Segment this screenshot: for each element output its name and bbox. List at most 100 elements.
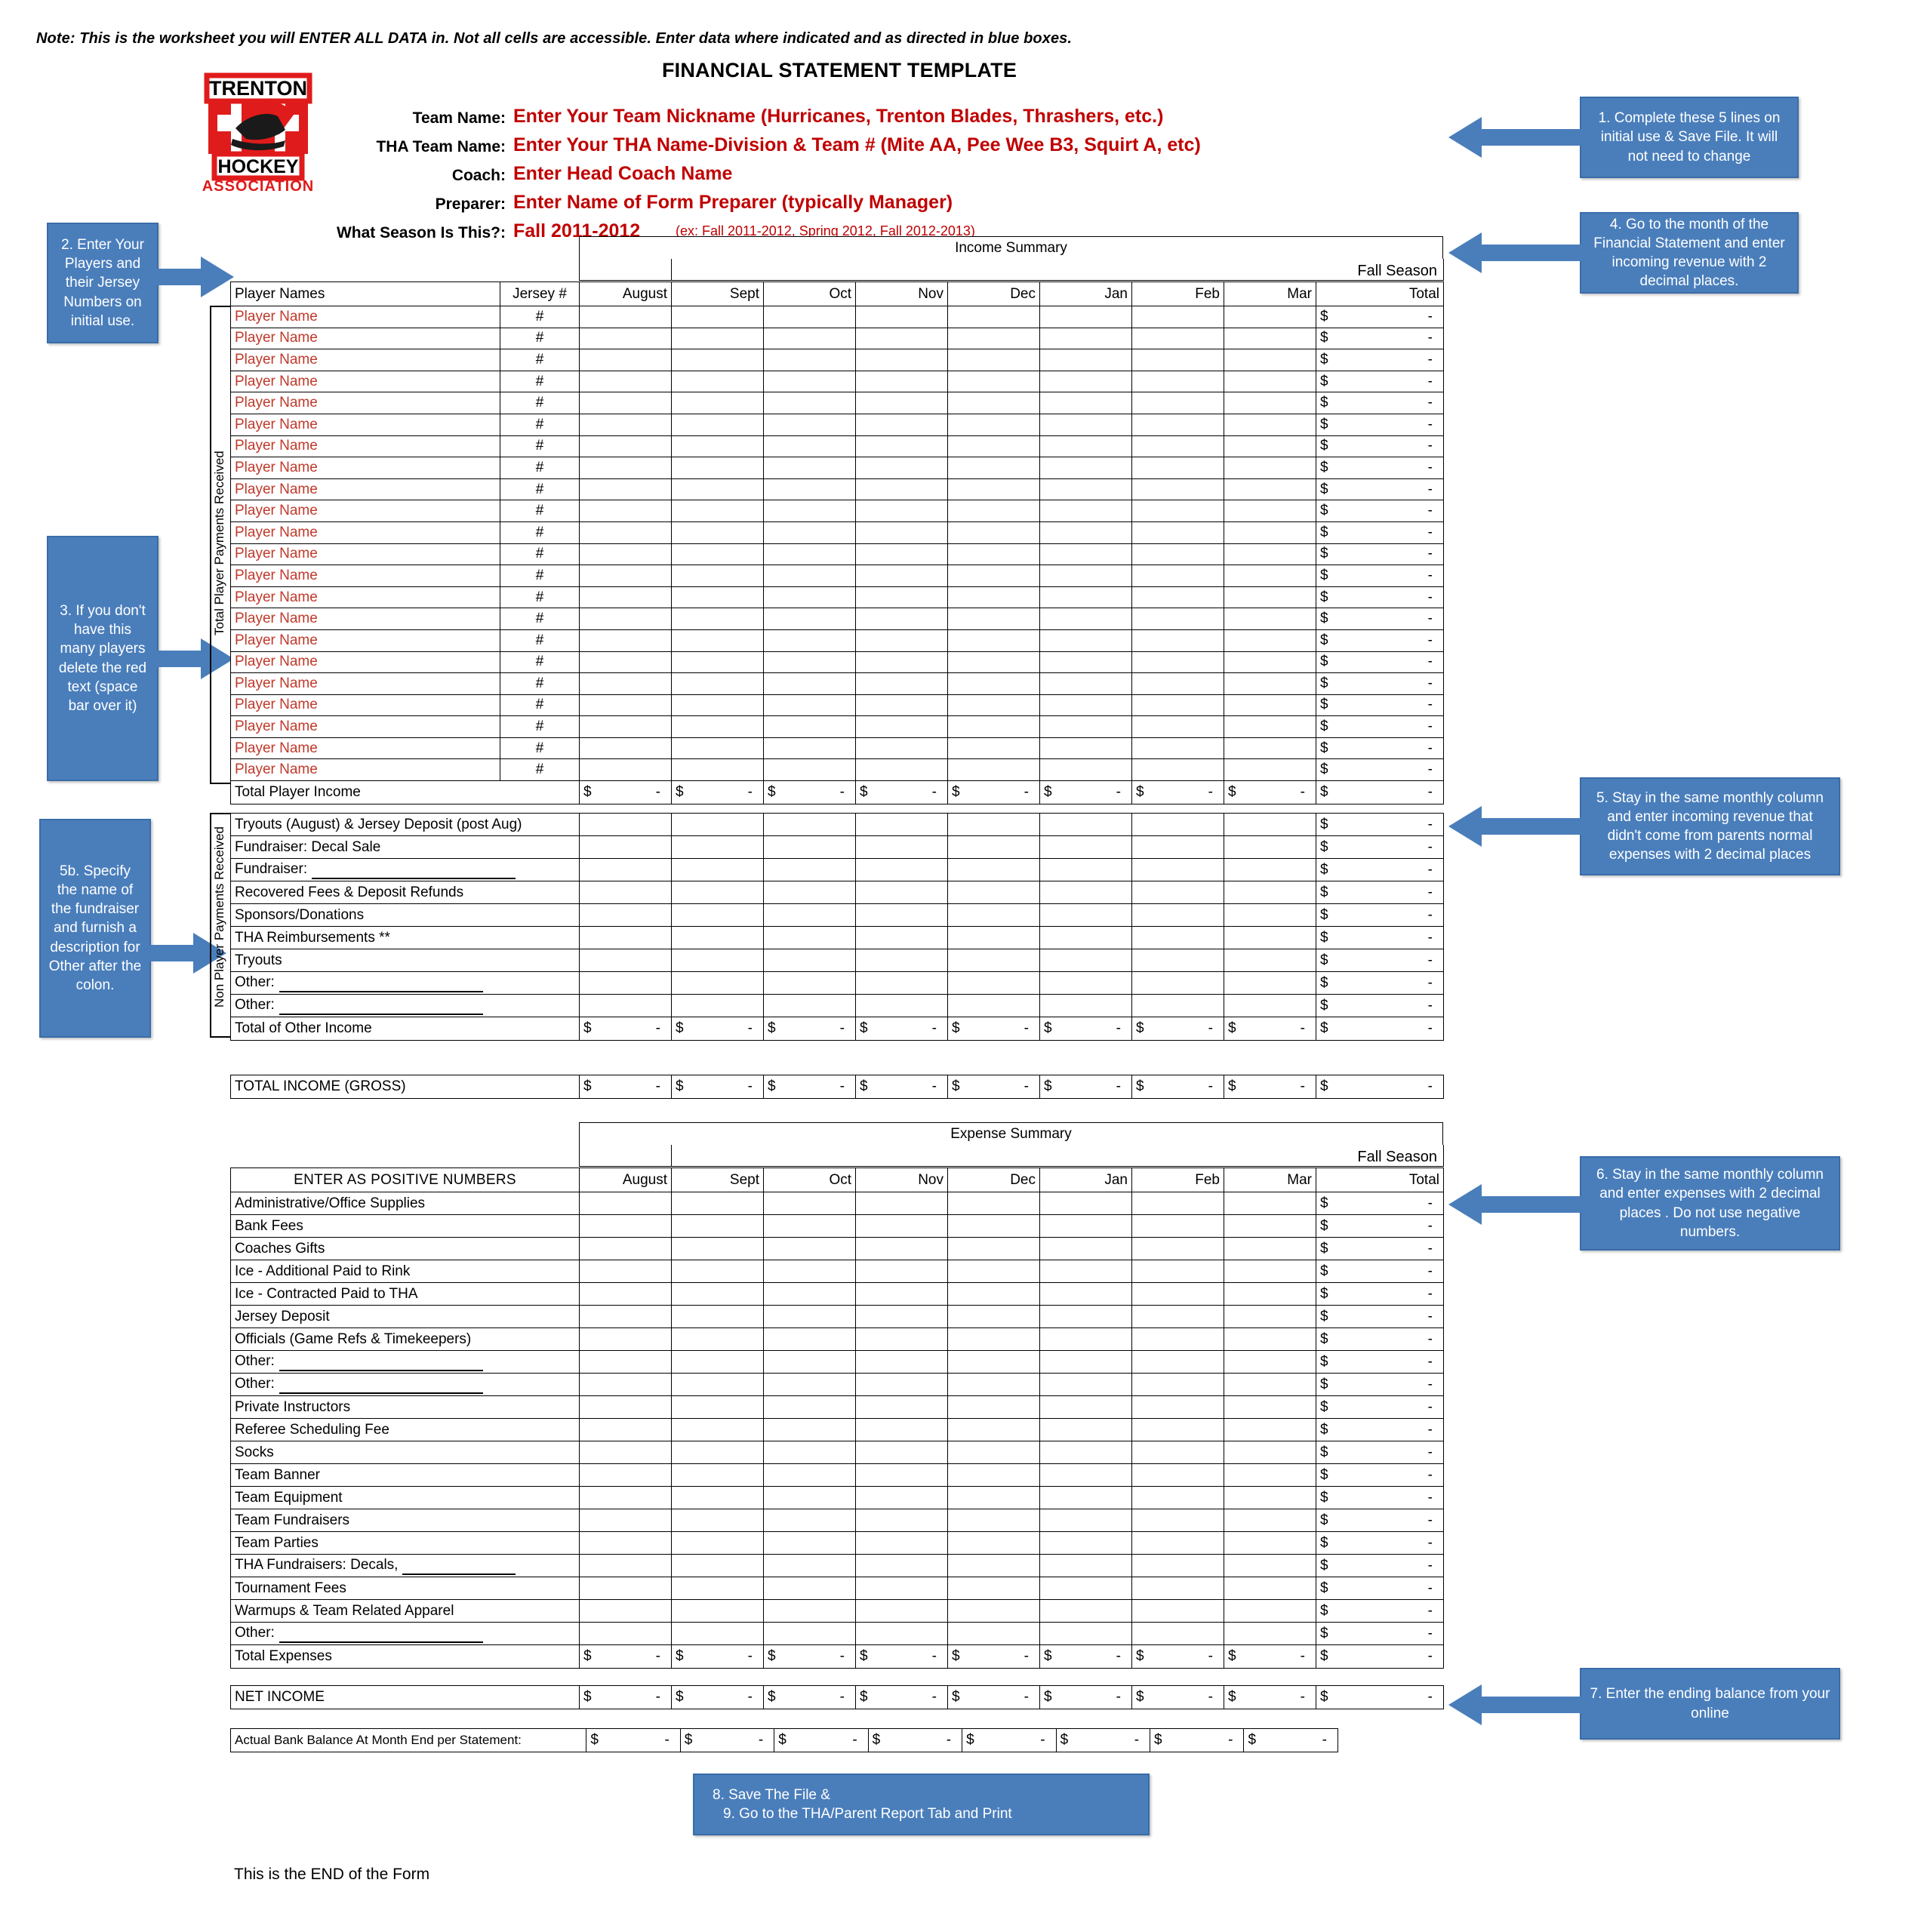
player-amount-jan[interactable] <box>1039 457 1132 479</box>
expense-amount-mar[interactable] <box>1224 1192 1316 1215</box>
expense-amount-mar[interactable] <box>1224 1509 1316 1532</box>
expense-amount-jan[interactable] <box>1039 1509 1132 1532</box>
player-amount-nov[interactable] <box>855 715 948 738</box>
player-amount-jan[interactable] <box>1039 586 1132 609</box>
player-amount-nov[interactable] <box>855 651 948 674</box>
player-amount-dec[interactable] <box>947 758 1040 782</box>
expense-amount-august[interactable] <box>579 1554 672 1577</box>
player-amount-august[interactable] <box>579 349 672 371</box>
jersey-number-input[interactable]: # <box>500 608 580 630</box>
expense-amount-august[interactable] <box>579 1441 672 1464</box>
expense-amount-dec[interactable] <box>947 1214 1040 1238</box>
other-income-amount-nov[interactable] <box>855 858 948 881</box>
expense-amount-dec[interactable] <box>947 1260 1040 1283</box>
player-amount-mar[interactable] <box>1224 435 1316 458</box>
expense-amount-jan[interactable] <box>1039 1599 1132 1623</box>
other-income-amount-dec[interactable] <box>947 926 1040 949</box>
expense-amount-feb[interactable] <box>1131 1305 1224 1328</box>
expense-amount-nov[interactable] <box>855 1486 948 1509</box>
expense-amount-oct[interactable] <box>763 1395 856 1419</box>
expense-amount-feb[interactable] <box>1131 1509 1224 1532</box>
other-income-amount-oct[interactable] <box>763 971 856 995</box>
player-amount-mar[interactable] <box>1224 586 1316 609</box>
player-amount-sept[interactable] <box>671 651 764 674</box>
player-amount-dec[interactable] <box>947 478 1040 501</box>
player-amount-oct[interactable] <box>763 672 856 695</box>
expense-amount-jan[interactable] <box>1039 1373 1132 1396</box>
expense-amount-nov[interactable] <box>855 1282 948 1306</box>
expense-amount-nov[interactable] <box>855 1305 948 1328</box>
jersey-number-input[interactable]: # <box>500 478 580 501</box>
player-amount-dec[interactable] <box>947 694 1040 717</box>
player-amount-feb[interactable] <box>1131 306 1224 328</box>
expense-amount-nov[interactable] <box>855 1373 948 1396</box>
expense-amount-feb[interactable] <box>1131 1282 1224 1306</box>
expense-amount-feb[interactable] <box>1131 1350 1224 1374</box>
expense-amount-dec[interactable] <box>947 1418 1040 1441</box>
player-amount-august[interactable] <box>579 586 672 609</box>
player-amount-mar[interactable] <box>1224 608 1316 630</box>
expense-amount-jan[interactable] <box>1039 1418 1132 1441</box>
expense-amount-oct[interactable] <box>763 1350 856 1374</box>
expense-amount-sept[interactable] <box>671 1350 764 1374</box>
other-income-amount-nov[interactable] <box>855 971 948 995</box>
other-income-amount-jan[interactable] <box>1039 949 1132 972</box>
player-amount-dec[interactable] <box>947 392 1040 414</box>
expense-amount-jan[interactable] <box>1039 1531 1132 1555</box>
expense-amount-jan[interactable] <box>1039 1350 1132 1374</box>
player-amount-jan[interactable] <box>1039 392 1132 414</box>
expense-amount-oct[interactable] <box>763 1554 856 1577</box>
expense-amount-dec[interactable] <box>947 1486 1040 1509</box>
player-amount-sept[interactable] <box>671 521 764 544</box>
expense-row-label[interactable]: Other: <box>230 1350 580 1374</box>
player-amount-mar[interactable] <box>1224 327 1316 350</box>
expense-amount-nov[interactable] <box>855 1192 948 1215</box>
expense-amount-sept[interactable] <box>671 1260 764 1283</box>
expense-amount-nov[interactable] <box>855 1531 948 1555</box>
expense-amount-august[interactable] <box>579 1509 672 1532</box>
expense-amount-dec[interactable] <box>947 1192 1040 1215</box>
expense-amount-oct[interactable] <box>763 1463 856 1487</box>
player-name-input[interactable]: Player Name <box>230 565 500 587</box>
expense-amount-dec[interactable] <box>947 1577 1040 1600</box>
other-income-amount-dec[interactable] <box>947 813 1040 836</box>
player-amount-jan[interactable] <box>1039 435 1132 458</box>
player-amount-sept[interactable] <box>671 435 764 458</box>
other-income-amount-sept[interactable] <box>671 971 764 995</box>
player-amount-sept[interactable] <box>671 306 764 328</box>
bank-balance-jan[interactable]: $ <box>1055 1728 1151 1752</box>
jersey-number-input[interactable]: # <box>500 521 580 544</box>
expense-amount-oct[interactable] <box>763 1192 856 1215</box>
expense-amount-jan[interactable] <box>1039 1463 1132 1487</box>
player-amount-oct[interactable] <box>763 521 856 544</box>
expense-amount-feb[interactable] <box>1131 1531 1224 1555</box>
bank-balance-oct[interactable]: $ <box>774 1728 869 1752</box>
player-amount-nov[interactable] <box>855 457 948 479</box>
player-name-input[interactable]: Player Name <box>230 478 500 501</box>
other-income-amount-august[interactable] <box>579 835 672 859</box>
player-amount-feb[interactable] <box>1131 413 1224 436</box>
other-income-amount-sept[interactable] <box>671 903 764 927</box>
player-amount-oct[interactable] <box>763 435 856 458</box>
expense-amount-august[interactable] <box>579 1305 672 1328</box>
expense-amount-jan[interactable] <box>1039 1577 1132 1600</box>
expense-amount-sept[interactable] <box>671 1418 764 1441</box>
expense-amount-sept[interactable] <box>671 1509 764 1532</box>
expense-amount-sept[interactable] <box>671 1554 764 1577</box>
other-income-amount-oct[interactable] <box>763 994 856 1017</box>
expense-amount-mar[interactable] <box>1224 1577 1316 1600</box>
player-name-input[interactable]: Player Name <box>230 608 500 630</box>
other-income-amount-nov[interactable] <box>855 813 948 836</box>
expense-amount-sept[interactable] <box>671 1282 764 1306</box>
expense-amount-nov[interactable] <box>855 1327 948 1351</box>
fill-in-blank-line[interactable] <box>279 997 483 1015</box>
other-income-amount-jan[interactable] <box>1039 881 1132 904</box>
player-amount-dec[interactable] <box>947 608 1040 630</box>
expense-amount-oct[interactable] <box>763 1373 856 1396</box>
player-amount-oct[interactable] <box>763 392 856 414</box>
jersey-number-input[interactable]: # <box>500 672 580 695</box>
player-amount-mar[interactable] <box>1224 478 1316 501</box>
expense-amount-oct[interactable] <box>763 1214 856 1238</box>
other-income-amount-sept[interactable] <box>671 926 764 949</box>
other-income-amount-dec[interactable] <box>947 903 1040 927</box>
